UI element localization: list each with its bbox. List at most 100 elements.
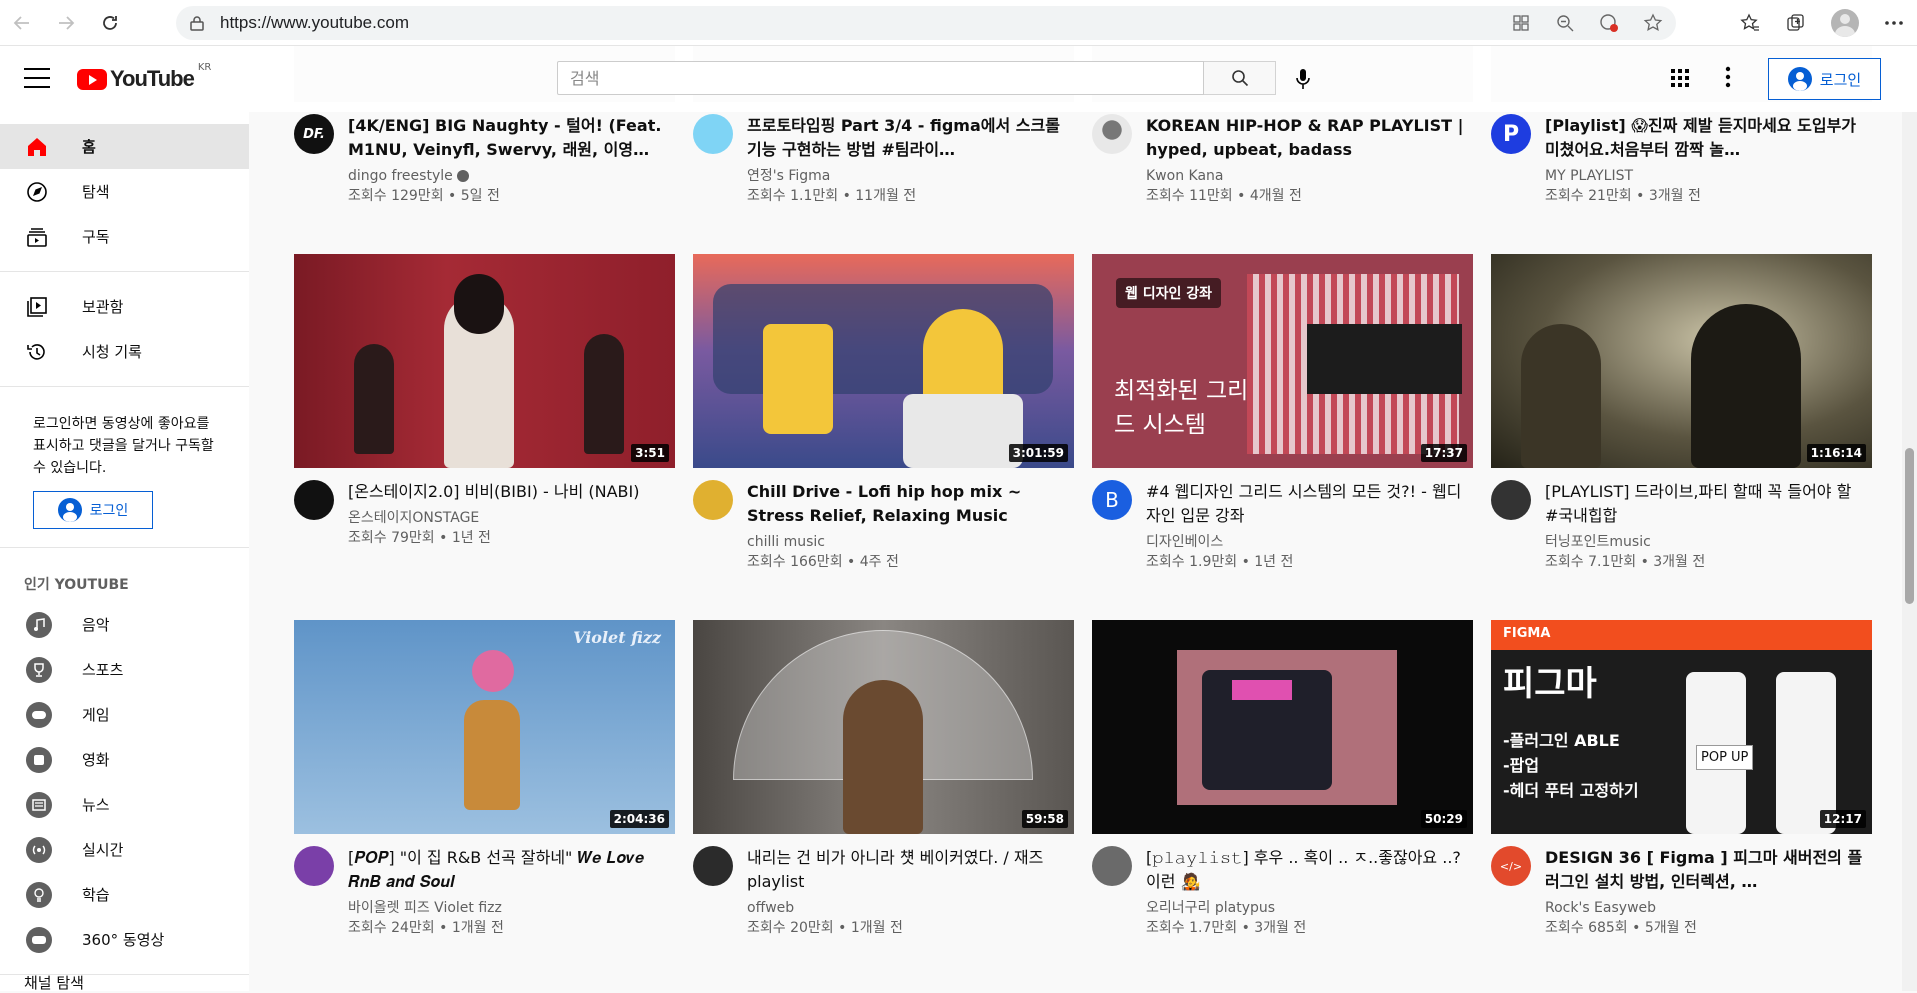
zoom-icon[interactable] (1554, 12, 1576, 34)
video-card[interactable]: 1:16:14 [PLAYLIST] 드라이브,파티 할때 꼭 들어야 할 #국… (1491, 254, 1872, 572)
youtube-apps-icon[interactable] (1670, 68, 1690, 92)
sidebar-item-explore[interactable]: 탐색 (0, 169, 249, 214)
video-thumbnail[interactable]: 50:29 (1092, 620, 1473, 834)
video-card[interactable]: 웹 디자인 강좌 최적화된 그리드 시스템 17:37 B #4 웹디자인 그리… (1092, 254, 1473, 572)
channel-name[interactable]: offweb (747, 898, 1067, 918)
tracking-prevention-icon[interactable] (1598, 12, 1620, 34)
forward-icon[interactable] (44, 1, 88, 45)
sidebar-item-history[interactable]: 시청 기록 (0, 329, 249, 374)
video-card[interactable]: 3:51 [온스테이지2.0] 비비(BIBI) - 나비 (NABI) 온스테… (294, 254, 675, 548)
youtube-play-icon (77, 68, 107, 90)
channel-avatar[interactable]: B (1092, 480, 1132, 520)
sidebar-item-browse-channels[interactable]: 채널 탐색 (24, 972, 84, 993)
sidebar-item-sports[interactable]: 스포츠 (0, 647, 249, 692)
video-card[interactable]: KOREAN HIP-HOP & RAP PLAYLIST | hyped, u… (1092, 102, 1473, 206)
channel-avatar[interactable]: </> (1491, 846, 1531, 886)
profile-avatar[interactable] (1831, 9, 1859, 37)
sidebar-item-subscriptions[interactable]: 구독 (0, 214, 249, 259)
url-text[interactable]: https://www.youtube.com (220, 13, 409, 33)
video-title[interactable]: Chill Drive - Lofi hip hop mix ~ Stress … (747, 480, 1067, 528)
youtube-logo[interactable]: YouTube KR (77, 62, 211, 92)
back-icon[interactable] (0, 1, 44, 45)
channel-name[interactable]: Kwon Kana (1146, 166, 1466, 186)
sidebar-item-news[interactable]: 뉴스 (0, 782, 249, 827)
video-title[interactable]: #4 웹디자인 그리드 시스템의 모든 것?! - 웹디자인 입문 강좌 (1146, 480, 1466, 528)
settings-more-icon[interactable] (1725, 66, 1731, 92)
video-thumbnail[interactable]: FIGMA 피그마 -플러그인 ABLE -팝업 -헤더 푸터 고정하기 POP… (1491, 620, 1872, 834)
video-card[interactable]: Violet fizz 2:04:36 [𝑷𝑶𝑷] "이 집 R&B 선곡 잘하… (294, 620, 675, 938)
video-stats: 조회수 21만회 • 3개월 전 (1545, 188, 1701, 204)
sidebar-item-home[interactable]: 홈 (0, 124, 249, 169)
video-card[interactable]: DF. [4K/ENG] BIG Naughty - 털어! (Feat. M1… (294, 102, 675, 206)
video-thumbnail[interactable]: Violet fizz 2:04:36 (294, 620, 675, 834)
sign-in-button[interactable]: 로그인 (1768, 58, 1881, 100)
collections-icon[interactable] (1785, 12, 1807, 34)
channel-name[interactable]: chilli music (747, 532, 1067, 552)
video-card[interactable]: 59:58 내리는 건 비가 아니라 첏 베이커였다. / 재즈 playlis… (693, 620, 1074, 938)
thumbnail-lines: -플러그인 ABLE -팝업 -헤더 푸터 고정하기 (1503, 728, 1639, 803)
video-title[interactable]: [온스테이지2.0] 비비(BIBI) - 나비 (NABI) (348, 480, 668, 504)
sidebar-item-360-video[interactable]: 360° 동영상 (0, 917, 249, 962)
channel-avatar[interactable] (693, 846, 733, 886)
video-thumbnail[interactable]: 3:01:59 (693, 254, 1074, 468)
video-thumbnail[interactable]: 59:58 (693, 620, 1074, 834)
voice-search-button[interactable] (1286, 62, 1320, 96)
reload-icon[interactable] (88, 1, 132, 45)
page-scrollbar[interactable] (1902, 46, 1917, 991)
learning-icon (26, 881, 52, 908)
add-favorite-icon[interactable] (1642, 12, 1664, 34)
channel-name[interactable]: 디자인베이스 (1146, 532, 1466, 552)
video-thumbnail[interactable]: 웹 디자인 강좌 최적화된 그리드 시스템 17:37 (1092, 254, 1473, 468)
channel-avatar[interactable] (1092, 114, 1132, 154)
channel-avatar[interactable] (693, 480, 733, 520)
video-title[interactable]: [Playlist] 😱진짜 제발 듣지마세요 도입부가 미쳤어요.처음부터 깜… (1545, 114, 1865, 162)
sidebar-item-library[interactable]: 보관함 (0, 284, 249, 329)
sidebar-item-learning[interactable]: 학습 (0, 872, 249, 917)
video-card[interactable]: P [Playlist] 😱진짜 제발 듣지마세요 도입부가 미쳤어요.처음부터… (1491, 102, 1872, 206)
sidebar-item-live[interactable]: 실시간 (0, 827, 249, 872)
channel-avatar[interactable]: DF. (294, 114, 334, 154)
thumbnail-line: -팝업 (1503, 756, 1540, 775)
video-title[interactable]: [𝚙𝚕𝚊𝚢𝚕𝚒𝚜𝚝] 후우 .. 혹이 .. ㅈ..좋잖아요 ..? 이런 🧑‍… (1146, 846, 1466, 894)
app-available-icon[interactable] (1510, 12, 1532, 34)
channel-avatar[interactable] (693, 114, 733, 154)
guide-menu-icon[interactable] (24, 68, 50, 90)
video-title[interactable]: [4K/ENG] BIG Naughty - 털어! (Feat. M1NU, … (348, 114, 668, 162)
video-title[interactable]: 프로토타입핑 Part 3/4 - figma에서 스크롤 기능 구현하는 방법… (747, 114, 1067, 162)
channel-avatar[interactable] (294, 846, 334, 886)
sidebar-item-movies[interactable]: 영화 (0, 737, 249, 782)
channel-avatar[interactable]: P (1491, 114, 1531, 154)
channel-name[interactable]: 바이올렛 피즈 Violet fizz (348, 898, 668, 918)
video-title[interactable]: KOREAN HIP-HOP & RAP PLAYLIST | hyped, u… (1146, 114, 1466, 162)
video-title[interactable]: [𝑷𝑶𝑷] "이 집 R&B 선곡 잘하네" 𝑾𝒆 𝑳𝒐𝒗𝒆 𝑹𝒏𝑩 𝒂𝒏𝒅 𝑺… (348, 846, 668, 894)
sidebar-item-gaming[interactable]: 게임 (0, 692, 249, 737)
sidebar-sign-in-button[interactable]: 로그인 (33, 491, 153, 529)
search-input[interactable] (557, 61, 1204, 95)
channel-avatar[interactable] (294, 480, 334, 520)
video-title[interactable]: [PLAYLIST] 드라이브,파티 할때 꼭 들어야 할 #국내힙합 (1545, 480, 1865, 528)
channel-name[interactable]: 연정's Figma (747, 166, 1067, 186)
channel-name[interactable]: Rock's Easyweb (1545, 898, 1865, 918)
video-thumbnail[interactable]: 1:16:14 (1491, 254, 1872, 468)
search-button[interactable] (1204, 61, 1276, 95)
sidebar-item-music[interactable]: 음악 (0, 602, 249, 647)
video-title[interactable]: 내리는 건 비가 아니라 첏 베이커였다. / 재즈 playlist (747, 846, 1067, 894)
scrollbar-thumb[interactable] (1905, 448, 1914, 604)
channel-name[interactable]: dingo freestyle (348, 166, 668, 186)
channel-name[interactable]: MY PLAYLIST (1545, 166, 1865, 186)
microphone-icon (1296, 69, 1310, 89)
video-card[interactable]: 50:29 [𝚙𝚕𝚊𝚢𝚕𝚒𝚜𝚝] 후우 .. 혹이 .. ㅈ..좋잖아요 ..?… (1092, 620, 1473, 938)
browser-menu-icon[interactable] (1883, 12, 1905, 34)
channel-name[interactable]: 터닝포인트music (1545, 532, 1865, 552)
favorites-icon[interactable] (1739, 12, 1761, 34)
address-bar[interactable]: https://www.youtube.com (176, 6, 1676, 40)
video-thumbnail[interactable]: 3:51 (294, 254, 675, 468)
channel-name[interactable]: 오리너구리 platypus (1146, 898, 1466, 918)
video-card[interactable]: 3:01:59 Chill Drive - Lofi hip hop mix ~… (693, 254, 1074, 572)
video-card[interactable]: FIGMA 피그마 -플러그인 ABLE -팝업 -헤더 푸터 고정하기 POP… (1491, 620, 1872, 938)
channel-avatar[interactable] (1491, 480, 1531, 520)
channel-avatar[interactable] (1092, 846, 1132, 886)
channel-name[interactable]: 온스테이지ONSTAGE (348, 508, 668, 528)
video-card[interactable]: 프로토타입핑 Part 3/4 - figma에서 스크롤 기능 구현하는 방법… (693, 102, 1074, 206)
video-title[interactable]: DESIGN 36 [ Figma ] 피그마 새버전의 플러그인 설치 방법,… (1545, 846, 1865, 894)
